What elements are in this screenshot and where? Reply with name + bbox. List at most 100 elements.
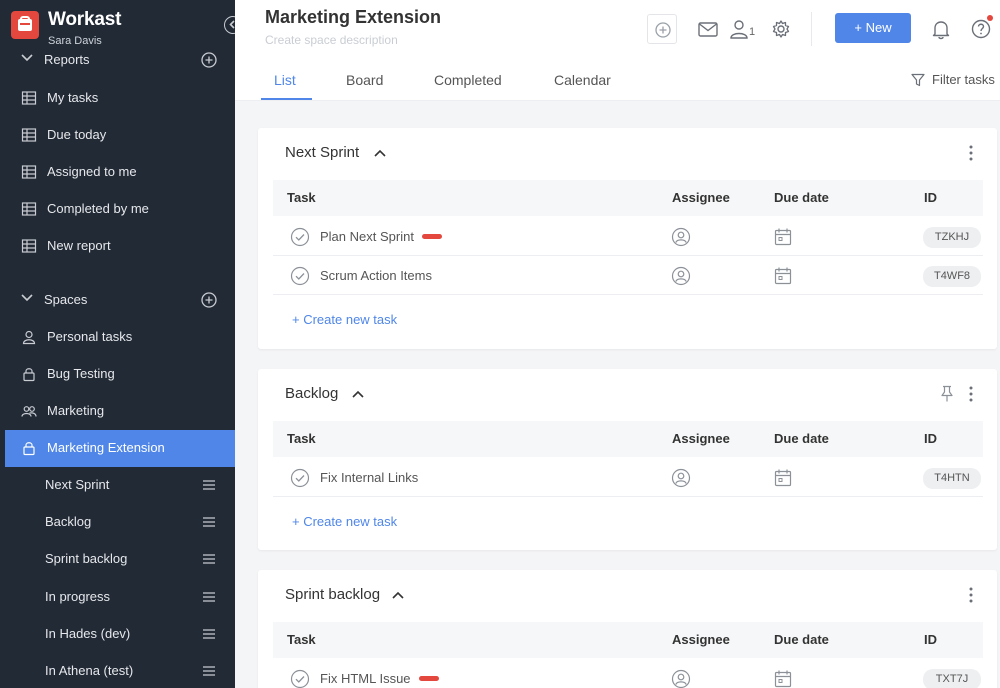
section-title[interactable]: Backlog — [285, 385, 338, 402]
space-item[interactable]: Personal tasks — [0, 319, 235, 356]
assignee-avatar-icon[interactable] — [671, 669, 691, 688]
column-header-id: ID — [924, 431, 937, 446]
add-space-icon[interactable] — [201, 292, 217, 308]
report-item[interactable]: New report — [0, 228, 235, 265]
drag-handle-icon[interactable] — [203, 480, 215, 490]
spaces-section-toggle[interactable]: Spaces — [0, 282, 235, 319]
create-new-task-link[interactable]: + Create new task — [292, 514, 397, 529]
section-title[interactable]: Sprint backlog — [285, 586, 380, 603]
calendar-icon[interactable] — [774, 669, 792, 688]
calendar-icon[interactable] — [774, 468, 792, 488]
add-report-icon[interactable] — [201, 52, 217, 68]
lock-icon — [23, 442, 35, 456]
task-id-badge: T4HTN — [923, 468, 981, 489]
lock-icon — [23, 368, 35, 382]
assignee-avatar-icon[interactable] — [671, 266, 691, 286]
more-options-icon[interactable] — [969, 386, 973, 402]
task-row[interactable]: Scrum Action Items T4WF8 — [273, 256, 983, 295]
drag-handle-icon[interactable] — [203, 554, 215, 564]
create-new-task-link[interactable]: + Create new task — [292, 312, 397, 327]
page-title[interactable]: Marketing Extension — [265, 7, 441, 28]
add-button[interactable] — [647, 14, 677, 44]
person-icon — [22, 330, 36, 345]
section-item[interactable]: In Hades (dev) — [0, 616, 235, 653]
reports-section-label: Reports — [44, 52, 90, 67]
email-button[interactable] — [693, 14, 723, 44]
section-item-label: Backlog — [45, 514, 92, 530]
task-name[interactable]: Fix Internal Links — [320, 470, 418, 485]
task-name[interactable]: Scrum Action Items — [320, 268, 432, 283]
space-item-label: Marketing Extension — [47, 440, 165, 455]
sidebar: Workast Sara Davis Reports Spaces My tas… — [0, 0, 235, 688]
complete-check-icon[interactable] — [290, 227, 310, 247]
column-header-assignee: Assignee — [672, 190, 730, 205]
section-item[interactable]: Sprint backlog — [0, 541, 235, 578]
section-item[interactable]: Backlog — [0, 504, 235, 541]
task-name[interactable]: Fix HTML Issue — [320, 671, 411, 686]
space-item[interactable]: Marketing Extension — [5, 430, 235, 467]
task-name[interactable]: Plan Next Sprint — [320, 229, 414, 244]
new-button-label: New — [865, 20, 892, 35]
complete-check-icon[interactable] — [290, 468, 310, 488]
section-item[interactable]: In progress — [0, 579, 235, 616]
complete-check-icon[interactable] — [290, 266, 310, 286]
workast-logo-icon[interactable] — [11, 11, 39, 39]
settings-button[interactable] — [766, 14, 796, 44]
table-header: Task Assignee Due date ID — [273, 421, 983, 457]
space-item[interactable]: Marketing — [0, 393, 235, 430]
space-item-label: Bug Testing — [47, 366, 115, 381]
drag-handle-icon[interactable] — [203, 517, 215, 527]
gear-icon — [772, 20, 790, 38]
section-item-label: Next Sprint — [45, 477, 110, 492]
assignee-avatar-icon[interactable] — [671, 227, 691, 247]
new-button[interactable]: + New — [835, 13, 911, 43]
space-item[interactable]: Bug Testing — [0, 356, 235, 393]
report-item-label: Assigned to me — [47, 164, 137, 179]
tab-board[interactable]: Board — [346, 72, 383, 88]
task-row[interactable]: Fix Internal Links T4HTN — [273, 458, 983, 497]
tab-calendar[interactable]: Calendar — [554, 72, 611, 88]
collapse-section-icon[interactable] — [352, 390, 364, 398]
section-card: Backlog Task Assignee Due date ID Fix Interna… — [258, 369, 997, 550]
more-options-icon[interactable] — [969, 145, 973, 161]
collapse-section-icon[interactable] — [392, 591, 404, 599]
table-icon — [21, 202, 37, 216]
section-item-label: In progress — [45, 588, 111, 604]
assignee-avatar-icon[interactable] — [671, 468, 691, 488]
more-options-icon[interactable] — [969, 587, 973, 603]
filter-tasks-button[interactable]: Filter tasks — [932, 72, 995, 87]
report-item[interactable]: My tasks — [0, 80, 235, 117]
drag-handle-icon[interactable] — [203, 591, 215, 602]
tab-list[interactable]: List — [274, 72, 296, 88]
calendar-icon[interactable] — [774, 227, 792, 247]
notifications-button[interactable] — [926, 14, 956, 44]
task-label-tag[interactable] — [422, 234, 442, 239]
collapse-section-icon[interactable] — [374, 149, 386, 157]
pin-icon[interactable] — [940, 385, 954, 403]
sidebar-header: Workast Sara Davis — [0, 0, 235, 48]
envelope-icon — [698, 22, 718, 37]
report-item[interactable]: Completed by me — [0, 191, 235, 228]
table-icon — [21, 91, 37, 105]
task-row[interactable]: Plan Next Sprint TZKHJ — [273, 217, 983, 256]
filter-icon[interactable] — [911, 73, 925, 87]
reports-section-toggle[interactable]: Reports — [0, 42, 235, 79]
task-row[interactable]: Fix HTML Issue TXT7J — [273, 659, 983, 688]
complete-check-icon[interactable] — [290, 669, 310, 688]
chevron-down-icon — [21, 294, 33, 302]
section-item[interactable]: Next Sprint — [0, 467, 235, 504]
report-item[interactable]: Due today — [0, 117, 235, 154]
column-header-task: Task — [287, 190, 316, 205]
section-title[interactable]: Next Sprint — [285, 144, 359, 161]
tab-completed[interactable]: Completed — [434, 72, 502, 88]
task-label-tag[interactable] — [419, 676, 439, 681]
drag-handle-icon[interactable] — [203, 629, 215, 639]
section-item-label: In Hades (dev) — [45, 625, 131, 641]
collapse-sidebar-button[interactable] — [224, 16, 235, 34]
calendar-icon[interactable] — [774, 266, 792, 286]
drag-handle-icon[interactable] — [203, 666, 215, 676]
report-item[interactable]: Assigned to me — [0, 154, 235, 191]
section-item[interactable]: In Athena (test) — [0, 653, 235, 688]
task-id-badge: T4WF8 — [923, 266, 981, 287]
space-description-input[interactable]: Create space description — [265, 33, 398, 47]
